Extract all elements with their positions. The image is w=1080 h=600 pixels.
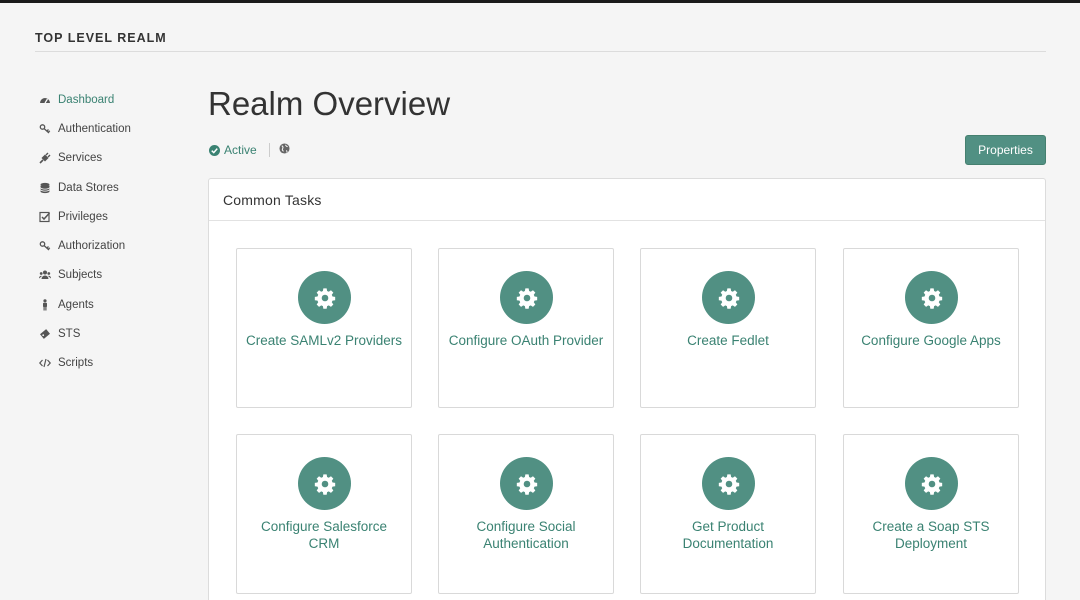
gear-icon [702, 457, 755, 510]
task-configure-salesforce-crm[interactable]: Configure Salesforce CRM [236, 434, 412, 594]
realm-header: TOP LEVEL REALM [35, 29, 1046, 52]
key-icon [38, 122, 52, 136]
properties-button[interactable]: Properties [965, 135, 1046, 165]
task-label: Configure OAuth Provider [448, 333, 604, 348]
sidebar-item-label: Authorization [58, 240, 126, 253]
sidebar-item-label: Privileges [58, 210, 108, 223]
sidebar-item-authorization[interactable]: Authorization [38, 231, 198, 260]
task-configure-oauth-provider[interactable]: Configure OAuth Provider [438, 248, 614, 408]
users-icon [38, 268, 52, 282]
sidebar-item-data-stores[interactable]: Data Stores [38, 173, 198, 202]
task-label: Configure Social Authentication [476, 519, 576, 551]
plug-icon [38, 151, 52, 165]
check-circle-icon [209, 144, 220, 156]
task-create-soap-sts-deployment[interactable]: Create a Soap STS Deployment [843, 434, 1019, 594]
divider [268, 143, 270, 157]
sidebar-item-services[interactable]: Services [38, 144, 198, 173]
sidebar-item-authentication[interactable]: Authentication [38, 114, 198, 143]
task-label: Create a Soap STS Deployment [872, 519, 990, 551]
status-text: Active [224, 143, 257, 157]
key-icon [38, 239, 52, 253]
task-label: Create SAMLv2 Providers [245, 333, 403, 348]
sidebar-item-label: STS [58, 328, 81, 341]
sidebar-item-sts[interactable]: STS [38, 319, 198, 348]
task-label: Get Product Documentation [682, 519, 774, 551]
sidebar-item-label: Agents [58, 298, 94, 311]
gear-icon [500, 271, 553, 324]
sidebar-item-label: Dashboard [58, 93, 115, 106]
realm-title: TOP LEVEL REALM [35, 31, 167, 45]
sidebar-item-dashboard[interactable]: Dashboard [38, 85, 198, 114]
gear-icon [702, 271, 755, 324]
sidebar-item-scripts[interactable]: Scripts [38, 349, 198, 378]
task-create-samlv2-providers[interactable]: Create SAMLv2 Providers [236, 248, 412, 408]
task-label: Create Fedlet [687, 333, 769, 348]
gear-icon [905, 271, 958, 324]
task-configure-google-apps[interactable]: Configure Google Apps [843, 248, 1019, 408]
gear-icon [905, 457, 958, 510]
common-tasks-panel: Common Tasks Create SAMLv2 Providers Con… [208, 178, 1046, 600]
sidebar-item-privileges[interactable]: Privileges [38, 202, 198, 231]
page-title: Realm Overview [208, 85, 451, 122]
person-icon [38, 298, 52, 312]
common-tasks-header: Common Tasks [209, 179, 1045, 221]
globe-icon [279, 143, 290, 157]
sidebar-item-subjects[interactable]: Subjects [38, 261, 198, 290]
dashboard-icon [38, 93, 52, 107]
gear-icon [298, 457, 351, 510]
ticket-icon [38, 327, 52, 341]
gear-icon [298, 271, 351, 324]
sidebar-item-label: Scripts [58, 357, 94, 370]
database-icon [38, 181, 52, 195]
sidebar-item-label: Data Stores [58, 181, 119, 194]
panel-title: Common Tasks [223, 191, 322, 208]
status-row: Active [209, 143, 290, 157]
sidebar-item-label: Services [58, 152, 103, 165]
sidebar-item-agents[interactable]: Agents [38, 290, 198, 319]
code-icon [38, 356, 52, 370]
task-create-fedlet[interactable]: Create Fedlet [640, 248, 816, 408]
status-badge: Active [209, 143, 257, 157]
gear-icon [500, 457, 553, 510]
task-configure-social-authentication[interactable]: Configure Social Authentication [438, 434, 614, 594]
task-get-product-documentation[interactable]: Get Product Documentation [640, 434, 816, 594]
sidebar-item-label: Subjects [58, 269, 103, 282]
sidebar-nav: Dashboard Authentication Services Data S… [38, 85, 198, 378]
sidebar-item-label: Authentication [58, 122, 131, 135]
checkbox-icon [38, 210, 52, 224]
task-label: Configure Salesforce CRM [260, 519, 388, 551]
task-label: Configure Google Apps [861, 333, 1001, 348]
